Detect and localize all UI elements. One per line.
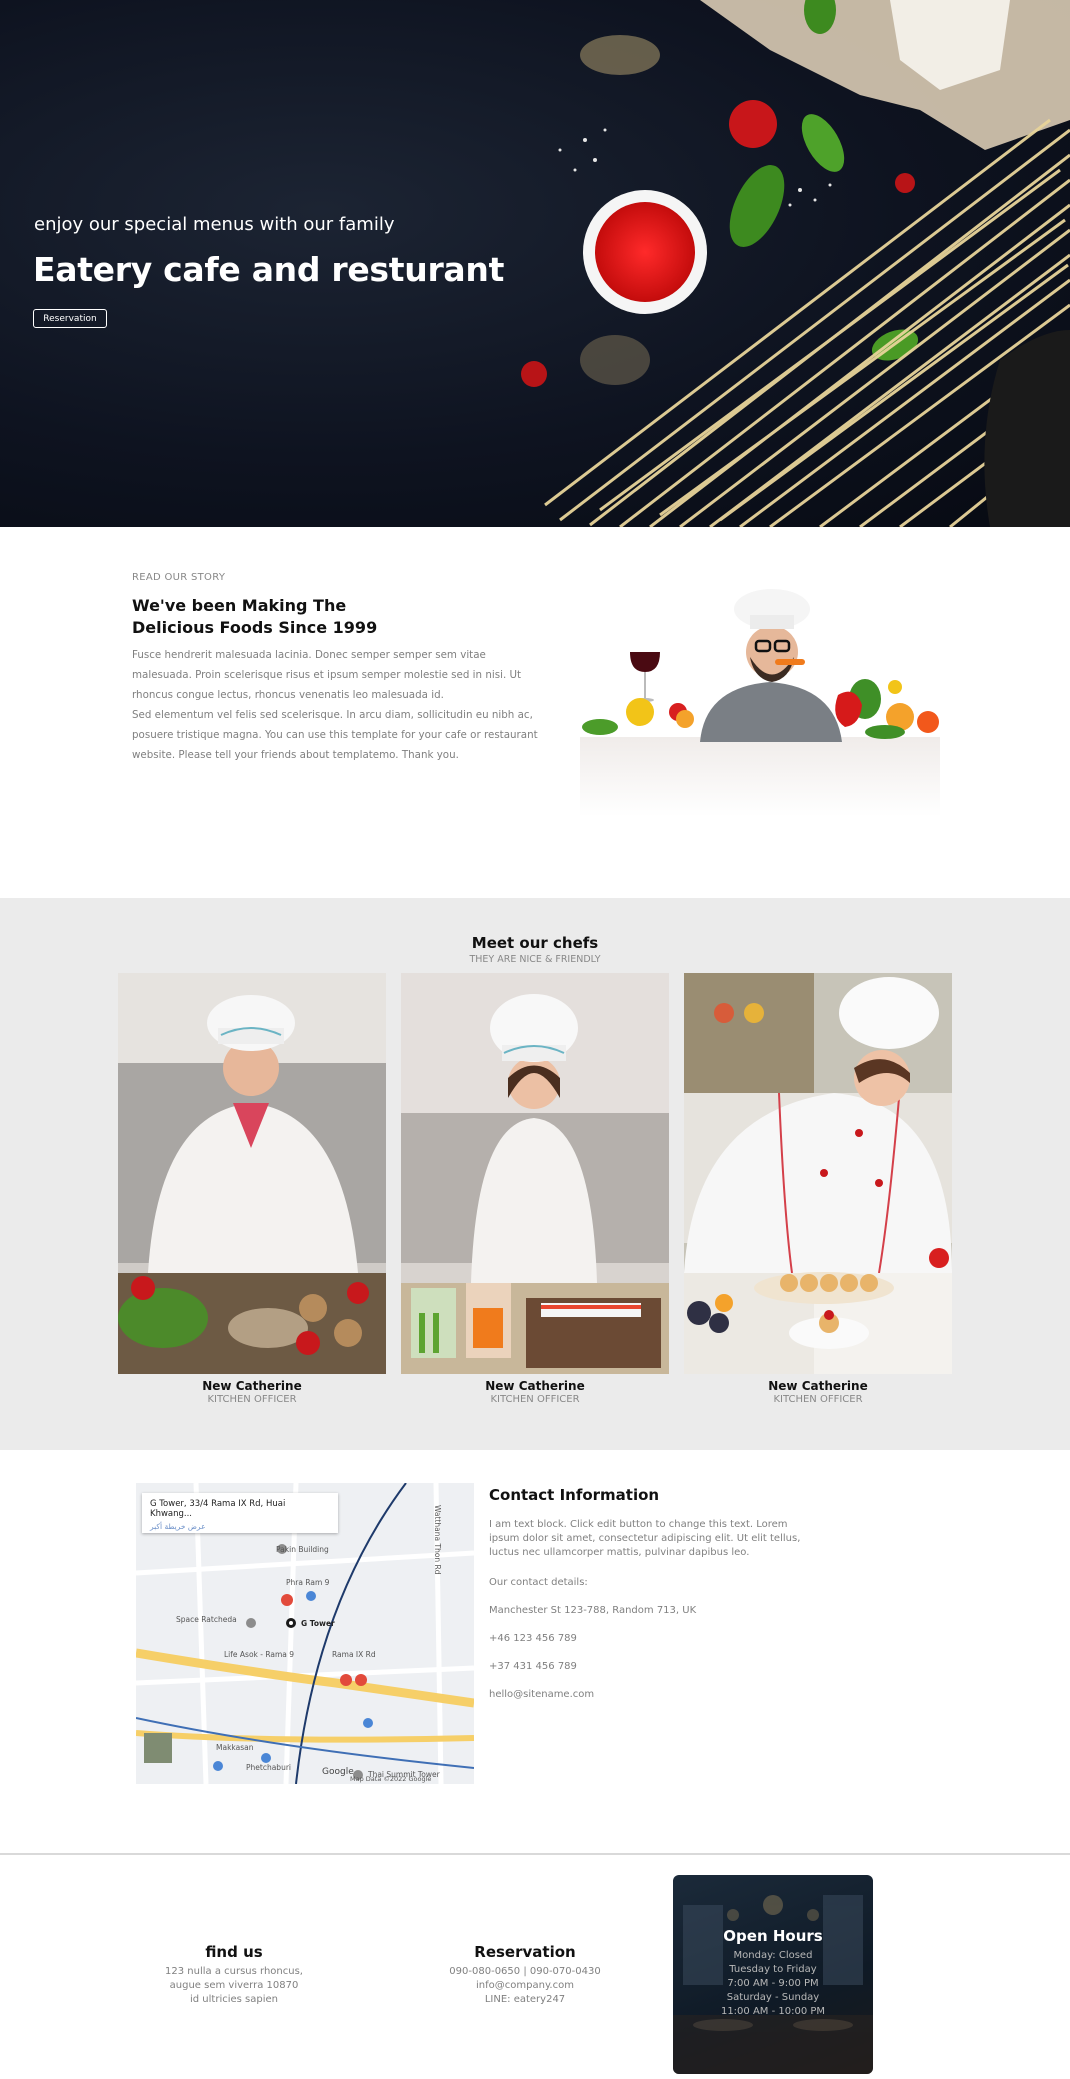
open-hours-line: Tuesday to Friday [729,1964,817,1975]
reservation-line-id: LINE: eatery247 [484,1994,566,2005]
chefs-section: Meet our chefs THEY ARE NICE & FRIENDLY … [0,898,1070,1450]
map-label: Space Ratcheda [176,1615,237,1624]
open-hours-line: Saturday - Sunday [726,1992,820,2003]
story-section: READ OUR STORY We've been Making The Del… [0,527,1070,898]
contact-details-label: Our contact details: [489,1577,588,1588]
chef-role: KITCHEN OFFICER [207,1394,297,1405]
reservation-email[interactable]: info@company.com [405,1979,645,1993]
open-hours-content: Open Hours Monday: Closed Tuesday to Fri… [673,1927,873,2019]
chef-card: New Catherine KITCHEN OFFICER [118,973,386,1405]
chef-role: KITCHEN OFFICER [490,1394,580,1405]
find-us-line: 123 nulla a cursus rhoncus, [165,1966,303,1977]
story-eyebrow: READ OUR STORY [132,572,226,583]
chef-photo [401,973,669,1374]
hero-banner: enjoy our special menus with our family … [0,0,1070,527]
contact-email[interactable]: hello@sitename.com [489,1689,594,1700]
chef-photo [684,973,952,1374]
open-hours-line: 7:00 AM - 9:00 PM [727,1978,819,1989]
open-hours-line: Monday: Closed [733,1950,813,1961]
chefs-title: Meet our chefs [471,934,599,952]
find-us-block: find us 123 nulla a cursus rhoncus, augu… [114,1943,354,2007]
contact-title: Contact Information [489,1486,660,1504]
find-us-title: find us [205,1943,263,1961]
hero-title: Eatery cafe and resturant [33,250,505,289]
find-us-line: augue sem viverra 10870 [169,1980,299,1991]
story-paragraph: Fusce hendrerit malesuada lacinia. Donec… [132,649,522,701]
map-label: Pakin Building [276,1545,329,1554]
chef-card: New Catherine KITCHEN OFFICER [684,973,952,1405]
chef-name: New Catherine [202,1379,302,1393]
chef-with-vegetables-photo [580,589,940,817]
chef-role: KITCHEN OFFICER [773,1394,863,1405]
footer: find us 123 nulla a cursus rhoncus, augu… [0,1855,1070,2079]
hero-tagline: enjoy our special menus with our family [34,214,395,235]
open-hours-card: Open Hours Monday: Closed Tuesday to Fri… [673,1875,873,2074]
map-label: Watthana Thon Rd [433,1505,442,1575]
chefs-subtitle: THEY ARE NICE & FRIENDLY [469,954,601,965]
contact-address: Manchester St 123-788, Random 713, UK [489,1605,697,1616]
open-hours-line: 11:00 AM - 10:00 PM [720,2006,826,2017]
chef-photo [118,973,386,1374]
location-map[interactable]: G Tower, 33/4 Rama IX Rd, Huai Khwang...… [136,1483,474,1784]
map-place-card[interactable]: G Tower, 33/4 Rama IX Rd, Huai Khwang...… [142,1493,338,1533]
chef-card: New Catherine KITCHEN OFFICER [401,973,669,1405]
map-label: Makkasan [216,1743,254,1752]
story-heading: We've been Making The Delicious Foods Si… [132,596,378,637]
chef-name: New Catherine [768,1379,868,1393]
story-paragraph: Sed elementum vel felis sed scelerisque.… [132,709,538,761]
reservation-button[interactable]: Reservation [33,309,107,328]
reservation-phone[interactable]: 090-080-0650 | 090-070-0430 [405,1965,645,1979]
story-body: Fusce hendrerit malesuada lacinia. Donec… [132,645,542,765]
reservation-title: Reservation [474,1943,576,1961]
map-label: Phetchaburi [246,1763,291,1772]
contact-description: I am text block. Click edit button to ch… [489,1519,801,1558]
contact-phone[interactable]: +37 431 456 789 [489,1661,577,1672]
contact-section: G Tower, 33/4 Rama IX Rd, Huai Khwang...… [0,1450,1070,1853]
map-label: Life Asok - Rama 9 [224,1650,295,1659]
map-larger-link[interactable]: عرض خريطة أكبر [150,1522,330,1531]
map-label: Phra Ram 9 [286,1578,330,1587]
map-google-logo: Google [322,1767,354,1777]
chef-name: New Catherine [485,1379,585,1393]
map-label: Rama IX Rd [332,1650,376,1659]
contact-phone[interactable]: +46 123 456 789 [489,1633,577,1644]
reservation-block: Reservation 090-080-0650 | 090-070-0430 … [405,1943,645,2007]
open-hours-title: Open Hours [723,1927,823,1945]
map-label: G Tower [301,1619,335,1628]
map-place-name: G Tower, 33/4 Rama IX Rd, Huai Khwang... [150,1499,286,1519]
map-attribution: Map Data ©2022 Google [350,1775,432,1783]
find-us-line: id ultricies sapien [189,1994,278,2005]
